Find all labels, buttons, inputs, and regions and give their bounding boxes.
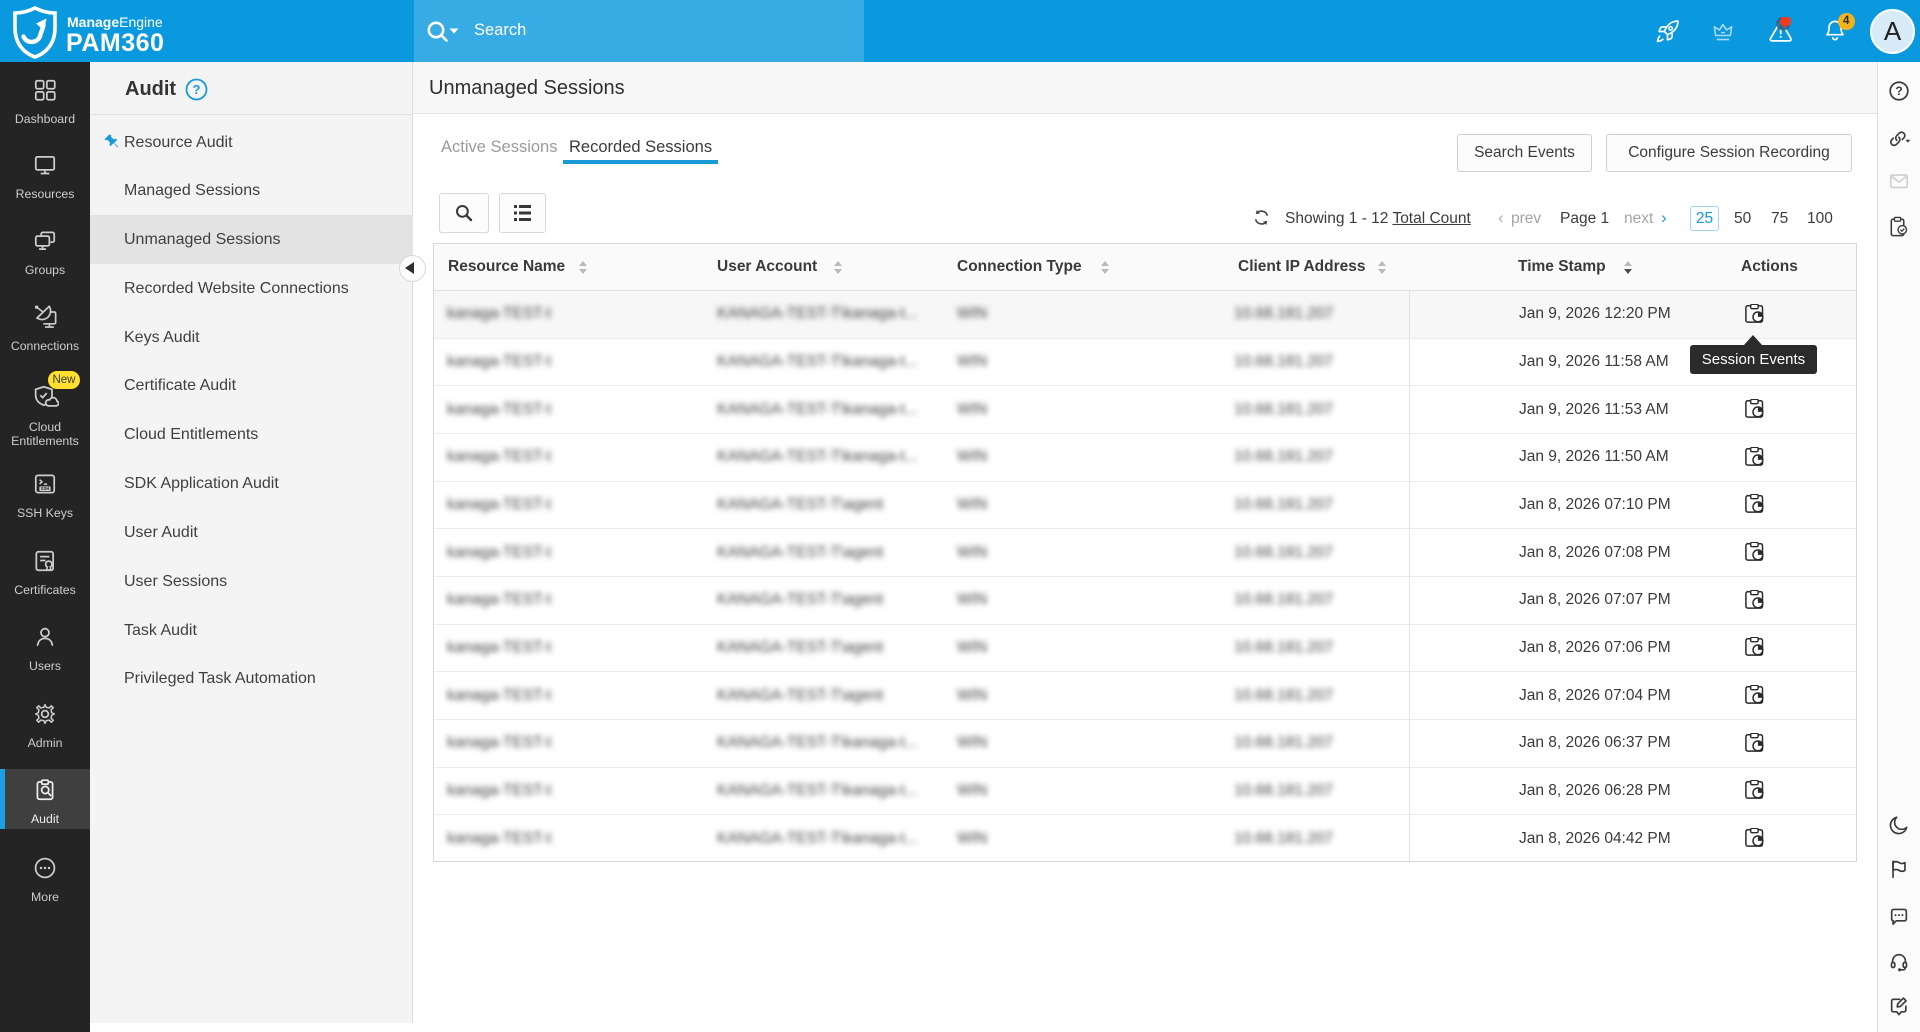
svg-text:?: ? — [1895, 84, 1902, 98]
svg-text:?: ? — [193, 82, 201, 97]
svg-text:SSH: SSH — [41, 486, 50, 491]
